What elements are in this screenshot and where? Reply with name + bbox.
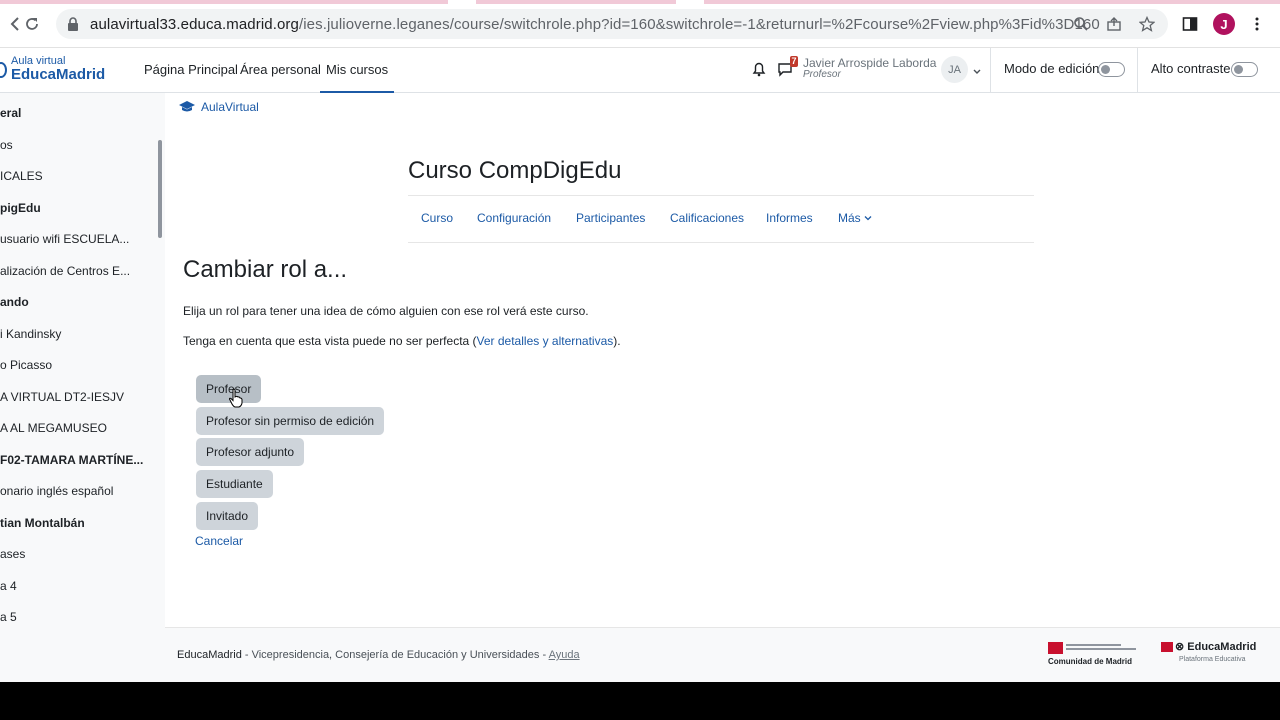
url-path: /ies.julioverne.leganes/course/switchrol… bbox=[298, 16, 1100, 33]
menu-icon[interactable] bbox=[1245, 12, 1269, 36]
note-text-before: Tenga en cuenta que esta vista puede no … bbox=[183, 334, 477, 348]
drawer-item[interactable]: o Picasso bbox=[0, 358, 52, 372]
footer: EducaMadrid - Vicepresidencia, Consejerí… bbox=[165, 627, 1280, 682]
profile-avatar[interactable]: J bbox=[1213, 13, 1235, 35]
drawer-item[interactable]: A VIRTUAL DT2-IESJV bbox=[0, 390, 124, 404]
divider bbox=[408, 242, 1034, 243]
high-contrast-toggle[interactable] bbox=[1231, 62, 1258, 77]
footer-text: EducaMadrid - Vicepresidencia, Consejerí… bbox=[177, 649, 580, 661]
drawer-item[interactable]: usuario wifi ESCUELA... bbox=[0, 232, 129, 246]
black-bar bbox=[0, 682, 1280, 720]
role-profesor-sin-edicion-button[interactable]: Profesor sin permiso de edición bbox=[196, 407, 385, 435]
drawer-item[interactable]: ando bbox=[0, 295, 29, 309]
footer-brand[interactable]: EducaMadrid bbox=[177, 649, 242, 661]
comunidad-madrid-text: Comunidad de Madrid bbox=[1048, 657, 1132, 666]
role-estudiante-button[interactable]: Estudiante bbox=[196, 470, 273, 498]
nav-pagina-principal[interactable]: Página Principal bbox=[144, 62, 238, 77]
note-text: Tenga en cuenta que esta vista puede no … bbox=[183, 334, 621, 348]
lock-icon[interactable] bbox=[66, 16, 82, 32]
course-index-drawer: eral os ICALES pigEdu usuario wifi ESCUELA.… bbox=[0, 93, 165, 682]
help-link[interactable]: Ayuda bbox=[549, 649, 580, 661]
user-avatar[interactable]: JA bbox=[941, 56, 968, 83]
page-heading: Cambiar rol a... bbox=[183, 256, 348, 283]
nav-mis-cursos[interactable]: Mis cursos bbox=[320, 62, 395, 93]
drawer-item[interactable]: ases bbox=[0, 547, 25, 561]
tab-calificaciones[interactable]: Calificaciones bbox=[670, 211, 744, 225]
tab-strip bbox=[0, 0, 1280, 4]
sidebar-icon[interactable] bbox=[1178, 12, 1202, 36]
role-invitado-button[interactable]: Invitado bbox=[196, 502, 259, 530]
comunidad-madrid-mark bbox=[1048, 642, 1063, 654]
comunidad-madrid-logo: Comunidad de Madrid bbox=[1048, 642, 1158, 670]
drawer-item[interactable]: i Kandinsky bbox=[0, 327, 61, 341]
note-text-after: ). bbox=[613, 334, 621, 348]
drawer-item[interactable]: tian Montalbán bbox=[0, 516, 85, 530]
share-icon[interactable] bbox=[1106, 16, 1122, 32]
logo-icon bbox=[0, 62, 7, 78]
url-text[interactable]: aulavirtual33.educa.madrid.org/ies.julio… bbox=[90, 16, 1100, 33]
role-profesor-adjunto-button[interactable]: Profesor adjunto bbox=[196, 438, 305, 466]
drawer-item[interactable]: a 5 bbox=[0, 610, 17, 624]
drawer-item[interactable]: A AL MEGAMUSEO bbox=[0, 421, 107, 435]
graduation-cap-icon bbox=[179, 101, 195, 112]
tab-participantes[interactable]: Participantes bbox=[576, 211, 645, 225]
url-host: aulavirtual33.educa.madrid.org bbox=[90, 16, 299, 33]
zoom-icon[interactable] bbox=[1073, 16, 1089, 32]
tab-mas-label: Más bbox=[838, 211, 861, 225]
breadcrumb-aulavirtual[interactable]: AulaVirtual bbox=[201, 100, 259, 114]
reload-icon[interactable] bbox=[20, 12, 44, 36]
intro-text: Elija un rol para tener una idea de cómo… bbox=[183, 304, 589, 318]
tab-informes[interactable]: Informes bbox=[766, 211, 813, 225]
high-contrast-label: Alto contraste bbox=[1151, 61, 1231, 76]
details-link[interactable]: Ver detalles y alternativas bbox=[477, 334, 614, 348]
drawer-item[interactable]: os bbox=[0, 138, 13, 152]
logo-fine-print bbox=[1066, 644, 1136, 650]
tab-configuracion[interactable]: Configuración bbox=[477, 211, 551, 225]
educamadrid-mark bbox=[1161, 642, 1173, 652]
tab-mas[interactable]: Más bbox=[838, 211, 872, 225]
divider bbox=[1137, 48, 1138, 93]
drawer-item[interactable]: a 4 bbox=[0, 579, 17, 593]
edit-mode-toggle[interactable] bbox=[1098, 62, 1125, 77]
chevron-down-icon[interactable] bbox=[972, 64, 982, 82]
divider bbox=[408, 195, 1034, 196]
tab-curso[interactable]: Curso bbox=[421, 211, 453, 225]
edit-mode-label: Modo de edición bbox=[1004, 61, 1100, 76]
chevron-down-icon bbox=[864, 216, 872, 221]
footer-credits: - Vicepresidencia, Consejería de Educaci… bbox=[241, 649, 549, 661]
drawer-item[interactable]: alización de Centros E... bbox=[0, 264, 130, 278]
educamadrid-footer-logo: ⊗ EducaMadrid Plataforma Educativa bbox=[1161, 641, 1271, 670]
browser-toolbar: aulavirtual33.educa.madrid.org/ies.julio… bbox=[0, 0, 1280, 48]
drawer-item[interactable]: eral bbox=[0, 106, 21, 120]
educamadrid-logo-subtitle: Plataforma Educativa bbox=[1179, 656, 1246, 663]
educamadrid-logo-text: EducaMadrid bbox=[1187, 641, 1257, 653]
drawer-scrollbar[interactable] bbox=[158, 140, 162, 238]
message-count-badge: 7 bbox=[790, 56, 798, 67]
page: Aula virtual EducaMadrid Página Principa… bbox=[0, 48, 1280, 682]
divider bbox=[990, 48, 991, 93]
hand-cursor-icon bbox=[228, 388, 244, 413]
breadcrumb: AulaVirtual bbox=[179, 100, 259, 114]
nav-area-personal[interactable]: Área personal bbox=[240, 62, 321, 77]
top-navbar: Aula virtual EducaMadrid Página Principa… bbox=[0, 48, 1280, 93]
logo-title: EducaMadrid bbox=[11, 66, 106, 83]
drawer-item[interactable]: ICALES bbox=[0, 169, 43, 183]
drawer-item[interactable]: pigEdu bbox=[0, 201, 41, 215]
address-bar[interactable]: aulavirtual33.educa.madrid.org/ies.julio… bbox=[56, 9, 1168, 39]
cancel-link[interactable]: Cancelar bbox=[195, 534, 243, 548]
bell-icon[interactable] bbox=[752, 61, 766, 82]
drawer-item[interactable]: F02-TAMARA MARTÍNE... bbox=[0, 453, 143, 467]
drawer-item[interactable]: onario inglés español bbox=[0, 484, 113, 498]
course-title: Curso CompDigEdu bbox=[408, 157, 622, 184]
user-role: Profesor bbox=[803, 69, 841, 80]
user-name[interactable]: Javier Arrospide Laborda bbox=[803, 56, 936, 70]
star-icon[interactable] bbox=[1138, 15, 1156, 32]
